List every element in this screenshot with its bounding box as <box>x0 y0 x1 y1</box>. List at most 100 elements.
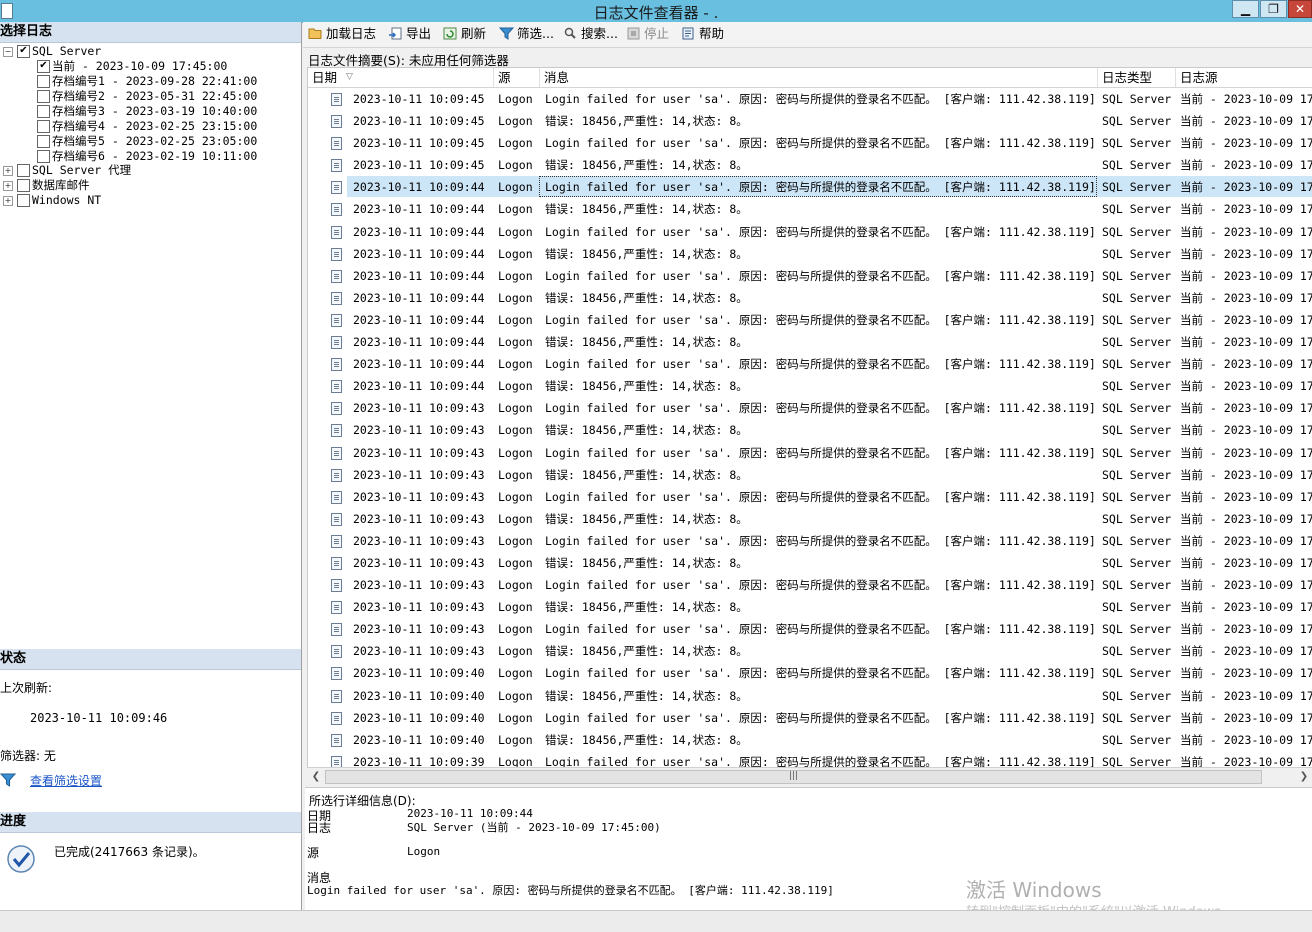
stop-button[interactable]: 停止 <box>626 25 669 43</box>
table-row[interactable]: 2023-10-11 10:09:40 Logon Login failed for… <box>308 707 1312 729</box>
horizontal-scrollbar[interactable]: ❮ ||| ❯ <box>307 767 1312 785</box>
search-button[interactable]: 搜索... <box>563 25 618 43</box>
table-row[interactable]: 2023-10-11 10:09:44 Logon 错误: 18456,严重性: 1… <box>308 375 1312 397</box>
table-row[interactable]: 2023-10-11 10:09:40 Logon Login failed for… <box>308 662 1312 684</box>
tree-checkbox[interactable] <box>17 194 30 207</box>
filter-button[interactable]: 筛选... <box>498 25 554 43</box>
tree-checkbox[interactable] <box>17 179 30 192</box>
table-row[interactable]: 2023-10-11 10:09:44 Logon Login failed for… <box>308 309 1312 331</box>
table-row[interactable]: 2023-10-11 10:09:43 Logon Login failed for… <box>308 530 1312 552</box>
cell-source: Logon <box>498 423 533 438</box>
table-row[interactable]: 2023-10-11 10:09:39 Logon Login failed for… <box>308 751 1312 768</box>
tree-checkbox[interactable]: ✔ <box>17 45 30 58</box>
log-entry-icon <box>331 225 342 239</box>
tree-item[interactable]: + 数据库邮件 <box>0 178 300 193</box>
table-row[interactable]: 2023-10-11 10:09:43 Logon 错误: 18456,严重性: 1… <box>308 596 1312 618</box>
expand-icon[interactable]: + <box>3 196 13 206</box>
cell-message: 错误: 18456,严重性: 14,状态: 8。 <box>545 290 748 305</box>
cell-date: 2023-10-11 10:09:43 <box>353 467 485 482</box>
close-button[interactable]: ✕ <box>1288 0 1312 18</box>
export-icon <box>388 27 403 40</box>
table-row[interactable]: 2023-10-11 10:09:44 Logon Login failed for… <box>308 221 1312 243</box>
table-row[interactable]: 2023-10-11 10:09:40 Logon 错误: 18456,严重性: 1… <box>308 729 1312 751</box>
table-row[interactable]: 2023-10-11 10:09:43 Logon Login failed for… <box>308 574 1312 596</box>
tree-checkbox[interactable] <box>17 164 30 177</box>
table-row[interactable]: 2023-10-11 10:09:44 Logon 错误: 18456,严重性: 1… <box>308 331 1312 353</box>
table-row[interactable]: 2023-10-11 10:09:45 Logon 错误: 18456,严重性: 1… <box>308 110 1312 132</box>
cell-source: Logon <box>498 268 533 283</box>
view-filter-settings-link[interactable]: 查看筛选设置 <box>30 772 102 789</box>
tree-item[interactable]: + SQL Server 代理 <box>0 163 300 178</box>
cell-source: Logon <box>498 290 533 305</box>
column-message[interactable]: 消息 <box>540 68 1098 87</box>
cell-log-source: 当前 - 2023-10-09 17: <box>1180 114 1312 129</box>
column-date[interactable]: 日期 ▽ <box>308 68 494 87</box>
table-row[interactable]: 2023-10-11 10:09:43 Logon 错误: 18456,严重性: 1… <box>308 464 1312 486</box>
table-row[interactable]: 2023-10-11 10:09:40 Logon 错误: 18456,严重性: 1… <box>308 685 1312 707</box>
table-row[interactable]: 2023-10-11 10:09:44 Logon Login failed for… <box>308 353 1312 375</box>
tree-item-label: SQL Server 代理 <box>32 163 132 177</box>
export-button[interactable]: 导出 <box>388 25 431 43</box>
scroll-left-arrow[interactable]: ❮ <box>309 769 323 784</box>
tree-item[interactable]: 存档编号3 - 2023-03-19 10:40:00 <box>0 104 300 119</box>
table-row[interactable]: 2023-10-11 10:09:43 Logon 错误: 18456,严重性: 1… <box>308 419 1312 441</box>
tree-item[interactable]: 存档编号2 - 2023-05-31 22:45:00 <box>0 89 300 104</box>
table-row[interactable]: 2023-10-11 10:09:43 Logon 错误: 18456,严重性: 1… <box>308 508 1312 530</box>
tree-checkbox[interactable] <box>37 135 50 148</box>
table-row[interactable]: 2023-10-11 10:09:43 Logon 错误: 18456,严重性: 1… <box>308 640 1312 662</box>
maximize-button[interactable]: ❐ <box>1260 0 1287 18</box>
tree-checkbox[interactable] <box>37 105 50 118</box>
column-log-type[interactable]: 日志类型 <box>1098 68 1176 87</box>
refresh-button[interactable]: 刷新 <box>443 25 486 43</box>
table-row[interactable]: 2023-10-11 10:09:43 Logon Login failed for… <box>308 442 1312 464</box>
table-row[interactable]: 2023-10-11 10:09:43 Logon Login failed for… <box>308 486 1312 508</box>
cell-log-source: 当前 - 2023-10-09 17: <box>1180 158 1312 173</box>
cell-log-source: 当前 - 2023-10-09 17: <box>1180 224 1312 239</box>
table-row[interactable]: 2023-10-11 10:09:43 Logon 错误: 18456,严重性: 1… <box>308 552 1312 574</box>
cell-log-type: SQL Server <box>1102 710 1172 725</box>
table-row[interactable]: 2023-10-11 10:09:44 Logon 错误: 18456,严重性: 1… <box>308 243 1312 265</box>
cell-date: 2023-10-11 10:09:44 <box>353 290 485 305</box>
tree-checkbox[interactable] <box>37 75 50 88</box>
table-row[interactable]: 2023-10-11 10:09:45 Logon Login failed for… <box>308 88 1312 110</box>
cell-date: 2023-10-11 10:09:44 <box>353 180 485 195</box>
stop-icon <box>626 27 641 40</box>
cell-date: 2023-10-11 10:09:43 <box>353 644 485 659</box>
table-row[interactable]: 2023-10-11 10:09:44 Logon 错误: 18456,严重性: 1… <box>308 198 1312 220</box>
tree-item[interactable]: 存档编号5 - 2023-02-25 23:05:00 <box>0 134 300 149</box>
column-source[interactable]: 源 <box>494 68 540 87</box>
tree-item[interactable]: 存档编号6 - 2023-02-19 10:11:00 <box>0 149 300 164</box>
table-row[interactable]: 2023-10-11 10:09:45 Logon Login failed for… <box>308 132 1312 154</box>
tree-checkbox[interactable] <box>37 150 50 163</box>
load-log-button[interactable]: 加载日志 <box>308 25 376 43</box>
expand-icon[interactable]: + <box>3 181 13 191</box>
table-row[interactable]: 2023-10-11 10:09:44 Logon Login failed for… <box>308 176 1312 198</box>
tree-item[interactable]: − ✔ SQL Server <box>0 44 300 59</box>
table-row[interactable]: 2023-10-11 10:09:43 Logon Login failed for… <box>308 397 1312 419</box>
table-row[interactable]: 2023-10-11 10:09:44 Logon 错误: 18456,严重性: 1… <box>308 287 1312 309</box>
cell-log-type: SQL Server <box>1102 312 1172 327</box>
scroll-right-arrow[interactable]: ❯ <box>1297 769 1311 784</box>
help-button[interactable]: 帮助 <box>681 25 724 43</box>
cell-date: 2023-10-11 10:09:44 <box>353 268 485 283</box>
grid-header: 日期 ▽ 源 消息 日志类型 日志源 <box>308 68 1312 88</box>
cell-date: 2023-10-11 10:09:40 <box>353 688 485 703</box>
column-log-source[interactable]: 日志源 <box>1176 68 1312 87</box>
collapse-icon[interactable]: − <box>3 47 13 57</box>
cell-message: 错误: 18456,严重性: 14,状态: 8。 <box>545 600 748 615</box>
table-row[interactable]: 2023-10-11 10:09:43 Logon Login failed for… <box>308 618 1312 640</box>
tree-item[interactable]: ✔ 当前 - 2023-10-09 17:45:00 <box>0 59 300 74</box>
scroll-thumb[interactable]: ||| <box>325 770 1262 784</box>
cell-date: 2023-10-11 10:09:45 <box>353 114 485 129</box>
table-row[interactable]: 2023-10-11 10:09:44 Logon Login failed for… <box>308 265 1312 287</box>
tree-checkbox[interactable]: ✔ <box>37 60 50 73</box>
tree-checkbox[interactable] <box>37 120 50 133</box>
tree-item[interactable]: + Windows NT <box>0 193 300 208</box>
minimize-button[interactable]: ▁ <box>1232 0 1259 18</box>
tree-item[interactable]: 存档编号1 - 2023-09-28 22:41:00 <box>0 74 300 89</box>
tree-checkbox[interactable] <box>37 90 50 103</box>
table-row[interactable]: 2023-10-11 10:09:45 Logon 错误: 18456,严重性: 1… <box>308 154 1312 176</box>
cell-message: 错误: 18456,严重性: 14,状态: 8。 <box>545 158 748 173</box>
tree-item[interactable]: 存档编号4 - 2023-02-25 23:15:00 <box>0 119 300 134</box>
expand-icon[interactable]: + <box>3 166 13 176</box>
